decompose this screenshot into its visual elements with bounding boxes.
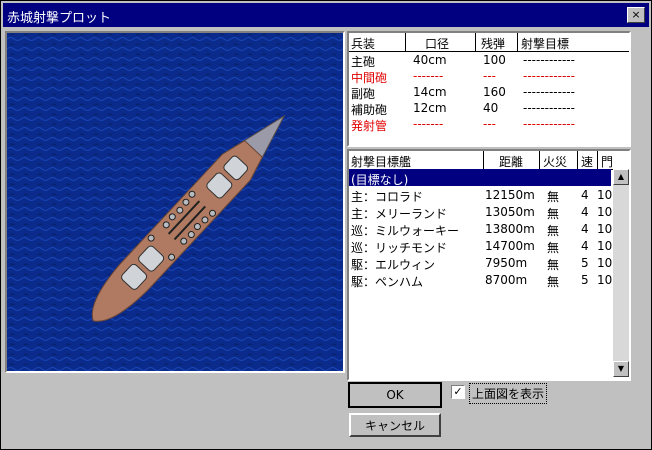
target-guns: 10 [597, 188, 613, 202]
close-icon: × [631, 8, 641, 21]
weapon-target: ------------ [523, 53, 575, 67]
weapon-row: 副砲 14cm 160 ------------ [349, 84, 629, 101]
target-speed: 4 [581, 205, 589, 219]
target-fire: 無 [547, 275, 560, 289]
target-guns: 10 [597, 256, 613, 270]
target-row[interactable]: 巡：ミルウォーキー 13800m 無 4 10 [349, 220, 613, 238]
col-fire: 火災 [543, 155, 568, 169]
dialog-window: 赤城射撃プロット × 兵装 口径 残弾 射撃目標 主砲 40cm 100 ---… [0, 0, 652, 450]
target-distance: 8700m [485, 273, 528, 287]
target-speed: 4 [581, 222, 589, 236]
ship-top-view [7, 33, 343, 371]
target-guns: 10 [597, 205, 613, 219]
target-guns: 10 [597, 222, 613, 236]
target-distance: 13050m [485, 205, 535, 219]
target-distance: 14700m [485, 239, 535, 253]
col-weapon-type: 兵装 [351, 37, 376, 51]
weapons-table: 兵装 口径 残弾 射撃目標 主砲 40cm 100 ------------ 中間砲 --… [347, 31, 631, 147]
targets-header: 射撃目標艦 距離 火災 速 門 [349, 151, 629, 170]
target-distance: 13800m [485, 222, 535, 236]
col-ammo: 残弾 [481, 37, 506, 51]
target-speed: 5 [581, 273, 589, 287]
weapon-caliber: 14cm [413, 85, 447, 99]
ok-button[interactable]: OK [348, 382, 442, 408]
sea-area [7, 33, 343, 371]
col-guns: 門 [601, 155, 614, 169]
weapons-header: 兵装 口径 残弾 射撃目標 [349, 33, 629, 52]
col-fire-target: 射撃目標 [521, 37, 570, 51]
weapon-caliber: 12cm [413, 101, 447, 115]
weapon-row: 発射管 ------- --- ------------ [349, 116, 629, 133]
title-bar: 赤城射撃プロット × [3, 3, 649, 27]
col-caliber: 口径 [425, 37, 450, 51]
target-row[interactable]: 主：メリーランド 13050m 無 4 10 [349, 203, 613, 221]
target-list-scrollbar[interactable]: ▲ ▼ [613, 169, 629, 377]
target-speed: 4 [581, 239, 589, 253]
weapon-caliber: ------- [413, 69, 444, 83]
weapon-target: ------------ [523, 117, 575, 131]
cancel-button[interactable]: キャンセル [349, 413, 441, 437]
target-distance: 7950m [485, 256, 528, 270]
ship-plot-view [5, 31, 345, 373]
col-speed: 速 [581, 155, 594, 169]
weapon-type: 発射管 [351, 119, 388, 133]
weapon-row: 中間砲 ------- --- ------------ [349, 68, 629, 85]
target-distance: 12150m [485, 188, 535, 202]
scroll-down-icon[interactable]: ▼ [613, 361, 629, 377]
target-guns: 10 [597, 239, 613, 253]
weapon-row: 補助砲 12cm 40 ------------ [349, 100, 629, 117]
col-distance: 距離 [499, 155, 524, 169]
target-guns: 10 [597, 273, 613, 287]
target-row[interactable]: 主：コロラド 12150m 無 4 10 [349, 186, 613, 204]
weapon-caliber: ------- [413, 117, 444, 131]
checkmark-icon: ✓ [453, 385, 463, 398]
close-button[interactable]: × [627, 7, 645, 23]
weapon-ammo: --- [483, 69, 496, 83]
show-top-view-label[interactable]: 上面図を表示 [469, 383, 548, 404]
scroll-up-icon[interactable]: ▲ [613, 169, 629, 185]
weapon-target: ------------ [523, 85, 575, 99]
window-title: 赤城射撃プロット [7, 11, 112, 26]
weapon-ammo: 160 [483, 85, 506, 99]
weapon-ammo: --- [483, 117, 496, 131]
weapon-target: ------------ [523, 101, 575, 115]
target-list[interactable]: 射撃目標艦 距離 火災 速 門 (目標なし) 主：コロラド 12150m 無 4 10 主：… [347, 149, 631, 381]
show-top-view-checkbox[interactable]: ✓ [451, 385, 465, 399]
target-speed: 5 [581, 256, 589, 270]
target-ship: 駆：ペンハム [351, 275, 424, 289]
weapon-ammo: 40 [483, 101, 499, 115]
target-row[interactable]: 巡：リッチモンド 14700m 無 4 10 [349, 237, 613, 255]
col-target-ship: 射撃目標艦 [351, 155, 412, 169]
weapon-target: ------------ [523, 69, 575, 83]
target-row[interactable]: 駆：エルウィン 7950m 無 5 10 [349, 254, 613, 272]
weapon-row: 主砲 40cm 100 ------------ [349, 52, 629, 69]
target-row[interactable]: (目標なし) [349, 169, 611, 187]
weapon-ammo: 100 [483, 53, 506, 67]
target-row[interactable]: 駆：ペンハム 8700m 無 5 10 [349, 271, 613, 289]
target-speed: 4 [581, 188, 589, 202]
weapon-caliber: 40cm [413, 53, 447, 67]
